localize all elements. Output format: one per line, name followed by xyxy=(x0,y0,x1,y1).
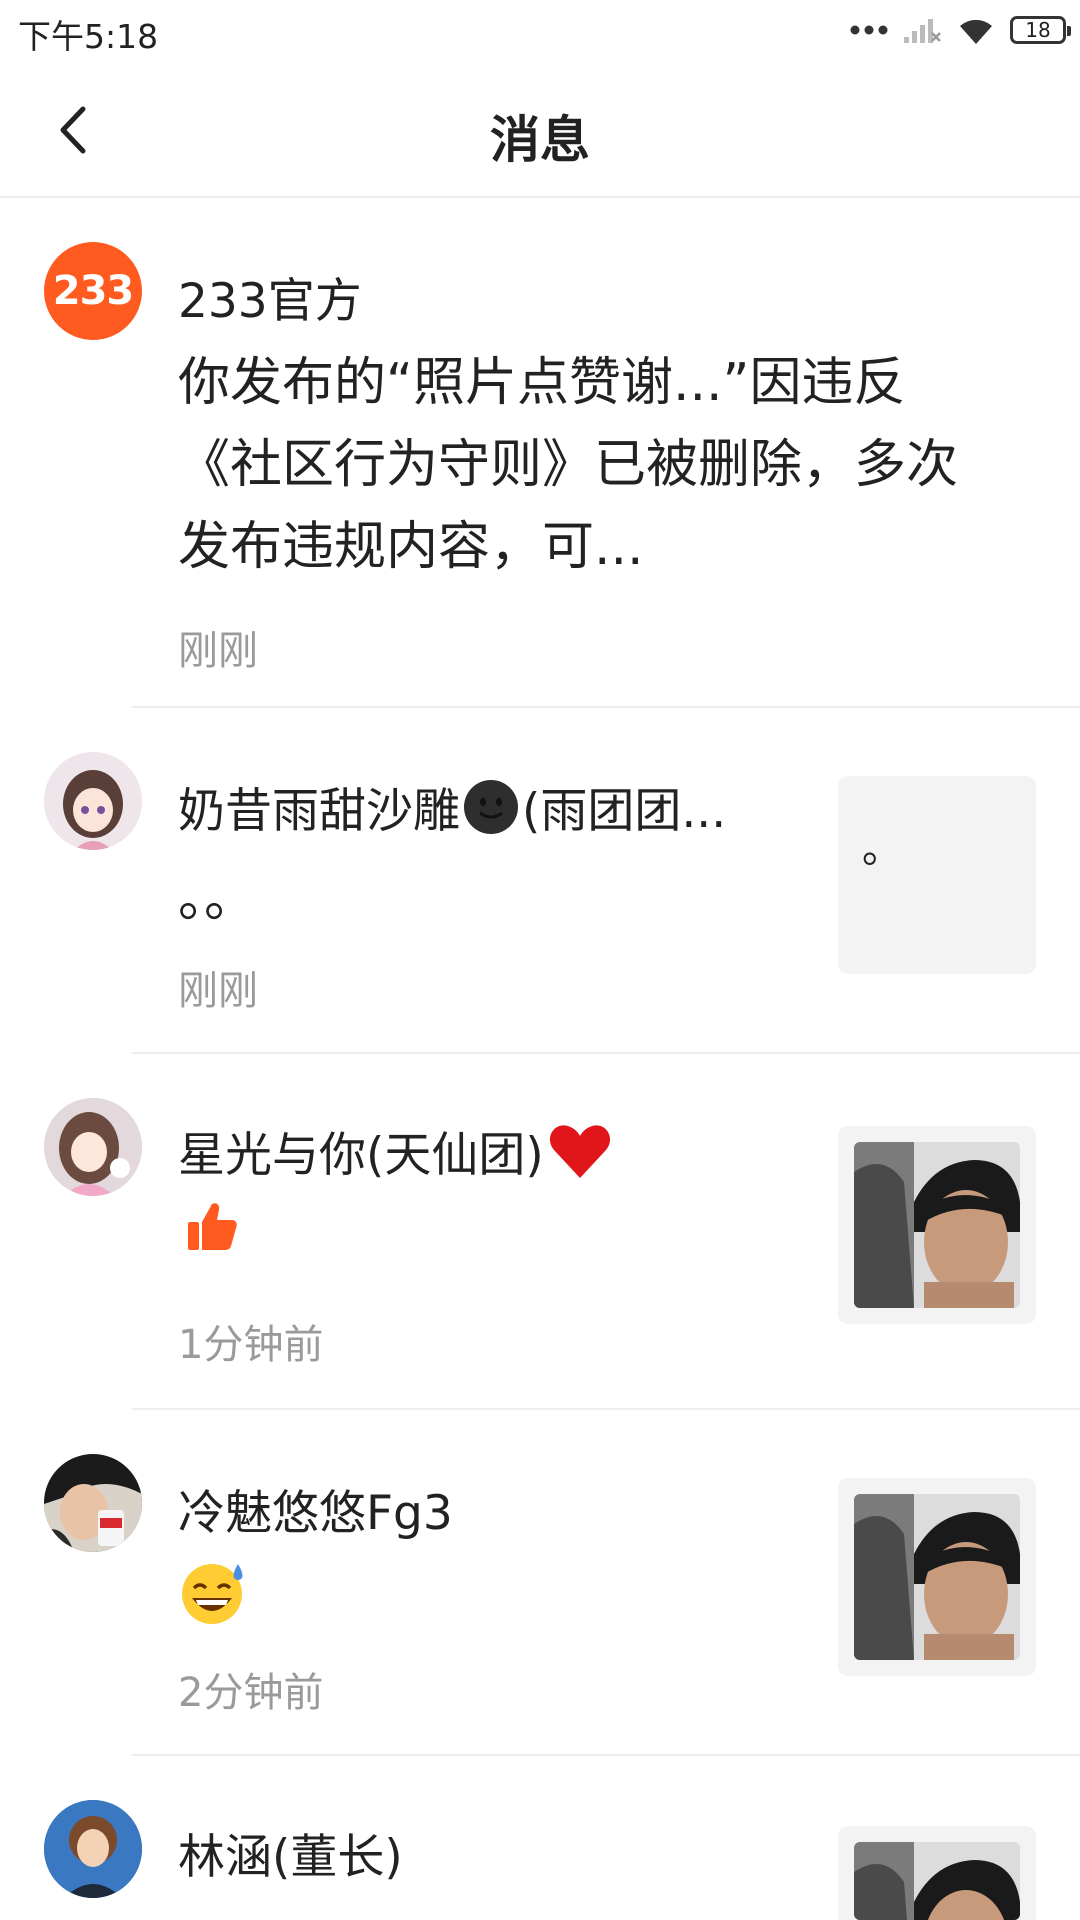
sender-name-suffix: (雨团团... xyxy=(522,784,727,839)
thumbs-up-icon xyxy=(188,1203,237,1250)
sender-name: 233官方 xyxy=(178,274,362,329)
avatar-image xyxy=(44,752,142,850)
sender-name-text: 星光与你(天仙团) xyxy=(178,1128,544,1183)
list-item[interactable]: 林涵(董长) xyxy=(0,1756,1080,1920)
sender-name: 星光与你(天仙团) xyxy=(178,1116,612,1185)
post-thumbnail[interactable]: 。 xyxy=(838,776,1036,974)
page-title: 消息 xyxy=(490,111,590,169)
avatar-image xyxy=(44,1098,142,1196)
dark-smiley-emoji xyxy=(464,779,518,834)
red-heart-emoji xyxy=(549,1124,610,1178)
avatar-logo-text: 233 xyxy=(52,268,135,314)
message-time: 1分钟前 xyxy=(178,1322,324,1368)
sender-name-text: 奶昔雨甜沙雕 xyxy=(178,784,460,839)
thumbnail-photo xyxy=(854,1494,1020,1660)
status-time: 下午5:18 xyxy=(18,17,159,56)
list-item[interactable]: 233 233官方 你发布的“照片点赞谢...”因违反《社区行为守则》已被删除，… xyxy=(0,198,1080,708)
thumbnail-text: 。 xyxy=(862,826,902,872)
avatar[interactable] xyxy=(44,1098,142,1196)
list-item[interactable]: 奶昔雨甜沙雕 (雨团团... 。。 刚刚 。 xyxy=(0,708,1080,1054)
post-thumbnail[interactable] xyxy=(838,1826,1036,1920)
avatar[interactable] xyxy=(44,752,142,850)
avatar-image xyxy=(44,1800,142,1898)
post-thumbnail[interactable] xyxy=(838,1126,1036,1324)
message-time: 刚刚 xyxy=(178,628,258,674)
avatar[interactable]: 233 xyxy=(44,242,142,340)
avatar-image xyxy=(44,1454,142,1552)
message-content: 。。 xyxy=(178,869,257,929)
post-thumbnail[interactable] xyxy=(838,1478,1036,1676)
message-time: 刚刚 xyxy=(178,968,258,1014)
thumbnail-photo xyxy=(854,1142,1020,1308)
list-item[interactable]: 冷魅悠悠Fg3 2分钟前 xyxy=(0,1410,1080,1756)
battery-icon: 18 xyxy=(1010,16,1071,44)
message-content xyxy=(186,1200,238,1256)
header: 消息 xyxy=(0,70,1080,198)
sender-name: 奶昔雨甜沙雕 (雨团团... xyxy=(178,772,726,841)
list-item[interactable]: 星光与你(天仙团) 1分钟前 xyxy=(0,1054,1080,1410)
status-icons: 18 xyxy=(850,14,1071,46)
avatar[interactable] xyxy=(44,1454,142,1552)
grinning-sweat-emoji xyxy=(182,1564,243,1624)
signal-icon xyxy=(904,19,941,43)
message-content xyxy=(180,1560,248,1630)
message-content: 你发布的“照片点赞谢...”因违反《社区行为守则》已被删除，多次发布违规内容，可… xyxy=(178,353,959,577)
wifi-icon xyxy=(960,19,992,44)
sender-name: 林涵(董长) xyxy=(178,1830,403,1885)
more-dots-icon xyxy=(850,25,888,35)
thumbnail-photo xyxy=(854,1842,1020,1920)
sender-name: 冷魅悠悠Fg3 xyxy=(178,1486,453,1541)
status-bar: 下午5:18 18 xyxy=(0,0,1080,70)
message-time: 2分钟前 xyxy=(178,1670,324,1716)
battery-level: 18 xyxy=(1025,18,1051,42)
avatar[interactable] xyxy=(44,1800,142,1898)
